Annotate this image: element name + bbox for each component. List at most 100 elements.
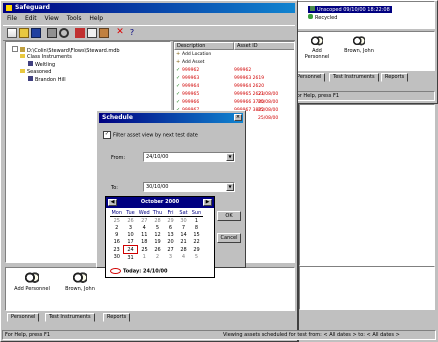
tab-personnel[interactable]: Personnel	[7, 313, 40, 322]
calendar-day[interactable]: 15	[190, 231, 203, 238]
calendar-day[interactable]: 3	[164, 254, 177, 262]
paste-icon[interactable]	[99, 28, 109, 38]
calendar-day[interactable]: 13	[164, 231, 177, 238]
chevron-down-icon[interactable]: ▼	[226, 153, 234, 161]
calendar-week: 23 24 25 26 27 28 29	[110, 245, 203, 254]
background-tab-test-instruments[interactable]: Test Instruments	[329, 73, 379, 82]
calendar-day[interactable]: 2	[151, 254, 164, 262]
background-person-brown[interactable]: Brown, John	[344, 36, 374, 54]
filter-checkbox[interactable]: ✓ Filter asset view by next test date	[103, 131, 198, 140]
find-icon[interactable]	[59, 28, 69, 38]
calendar-day[interactable]: 19	[151, 238, 164, 246]
tree-item-class-instruments[interactable]: Class Instruments	[20, 54, 72, 60]
calendar-day[interactable]: 25	[110, 217, 124, 225]
calendar-day[interactable]: 5	[190, 254, 203, 262]
background-tree-item-selected[interactable]: Unscoped 09/10/00 18:22:08	[308, 6, 392, 13]
table-row[interactable]: + Add Asset	[174, 59, 294, 67]
background-add-personnel[interactable]: Add Personnel	[302, 36, 332, 60]
calendar-day[interactable]: 29	[164, 217, 177, 225]
close-icon[interactable]: ×	[234, 114, 242, 121]
tree-item-weltling[interactable]: Weltling	[28, 61, 55, 68]
tab-test-instruments[interactable]: Test Instruments	[45, 313, 95, 322]
calendar-day[interactable]: 2	[110, 224, 124, 231]
instrument-icon	[28, 76, 33, 81]
to-date-field[interactable]: 30/10/00 ▼	[143, 182, 235, 192]
background-tab-reports[interactable]: Reports	[381, 73, 409, 82]
calendar-day[interactable]: 11	[138, 231, 152, 238]
calendar-day[interactable]: 10	[124, 231, 138, 238]
calendar-day[interactable]: 27	[164, 246, 177, 254]
calendar-day[interactable]: 16	[110, 238, 124, 246]
cell-description: Add Location	[182, 52, 212, 57]
table-row[interactable]: ✓ 999963 999963 2619	[174, 75, 294, 83]
from-date-field[interactable]: 24/10/00 ▼	[143, 152, 235, 162]
calendar-day[interactable]: 1	[138, 254, 152, 262]
table-row[interactable]: ✓ 999964 999964 2620	[174, 83, 294, 91]
cell-asset-id: 999962	[234, 68, 252, 73]
menu-file[interactable]: File	[7, 15, 17, 22]
calendar-day[interactable]: 12	[151, 231, 164, 238]
column-header-description[interactable]: Description	[174, 42, 234, 50]
calendar-day[interactable]: 21	[177, 238, 190, 246]
calendar-day[interactable]: 26	[124, 217, 138, 225]
calendar-day[interactable]: 8	[190, 224, 203, 231]
today-row[interactable]: Today: 24/10/00	[110, 268, 168, 275]
calendar-day[interactable]: 9	[110, 231, 124, 238]
ok-button[interactable]: OK	[217, 211, 241, 221]
calendar-day[interactable]: 28	[177, 246, 190, 254]
tree-item-brandon-hill[interactable]: Brandon Hill	[28, 76, 66, 83]
table-row[interactable]: ✓ 999965 999965 2621 23/08/00	[174, 91, 294, 99]
chevron-down-icon[interactable]: ▼	[226, 183, 234, 191]
calendar-day[interactable]: 3	[124, 224, 138, 231]
calendar-day[interactable]: 18	[138, 238, 152, 246]
calendar-day[interactable]: 30	[177, 217, 190, 225]
table-row[interactable]: + Add Location	[174, 51, 294, 59]
person-brown-john[interactable]: Brown, John	[62, 272, 98, 292]
menu-edit[interactable]: Edit	[25, 15, 37, 22]
table-row[interactable]: ✓ 999962 999962	[174, 67, 294, 75]
calendar-day[interactable]: 5	[151, 224, 164, 231]
calendar-day[interactable]: 24	[123, 245, 138, 254]
tree-item-seasoned[interactable]: Seasoned	[20, 69, 51, 75]
calendar-day[interactable]: 7	[177, 224, 190, 231]
calendar-day[interactable]: 29	[190, 246, 203, 254]
background-tree-item-recycled[interactable]: Recycled	[308, 14, 337, 22]
delete-icon[interactable]: ✕	[115, 28, 125, 38]
menu-tools[interactable]: Tools	[67, 15, 82, 22]
calendar-day[interactable]: 6	[164, 224, 177, 231]
calendar-day[interactable]: 31	[124, 254, 138, 262]
calendar-day[interactable]: 30	[110, 254, 124, 262]
calendar-day[interactable]: 4	[177, 254, 190, 262]
new-icon[interactable]	[7, 28, 17, 38]
column-header-asset-id[interactable]: Asset ID	[234, 42, 294, 50]
calendar-day[interactable]: 20	[164, 238, 177, 246]
open-icon[interactable]	[19, 28, 29, 38]
help-icon[interactable]: ?	[127, 28, 137, 38]
table-row[interactable]: ✓ 999966 999966 3700 25/08/00	[174, 99, 294, 107]
calendar-day[interactable]: 1	[190, 217, 203, 225]
calendar-day[interactable]: 26	[151, 246, 164, 254]
add-personnel[interactable]: Add Personnel	[14, 272, 50, 292]
cut-icon[interactable]	[75, 28, 85, 38]
check-icon: ✓	[176, 67, 181, 73]
calendar-day[interactable]: 14	[177, 231, 190, 238]
calendar-day[interactable]: 4	[138, 224, 152, 231]
database-icon	[20, 47, 25, 52]
calendar-day[interactable]: 17	[124, 238, 138, 246]
copy-icon[interactable]	[87, 28, 97, 38]
calendar-day[interactable]: 28	[151, 217, 164, 225]
calendar-day[interactable]: 27	[138, 217, 152, 225]
print-icon[interactable]	[47, 28, 57, 38]
save-icon[interactable]	[31, 28, 41, 38]
cancel-button[interactable]: Cancel	[217, 233, 241, 243]
tree-root[interactable]: D:\Colin\Steward\Flows\Steward.mdb	[12, 46, 120, 54]
calendar-day[interactable]: 25	[138, 246, 152, 254]
next-month-button[interactable]: ▶	[203, 199, 212, 206]
calendar-day[interactable]: 22	[190, 238, 203, 246]
tab-reports[interactable]: Reports	[103, 313, 131, 322]
status-help: For Help, press F1	[5, 332, 51, 338]
calendar-day[interactable]: 23	[110, 246, 124, 254]
expand-icon	[12, 46, 18, 52]
menu-help[interactable]: Help	[89, 15, 103, 22]
menu-view[interactable]: View	[45, 15, 59, 22]
